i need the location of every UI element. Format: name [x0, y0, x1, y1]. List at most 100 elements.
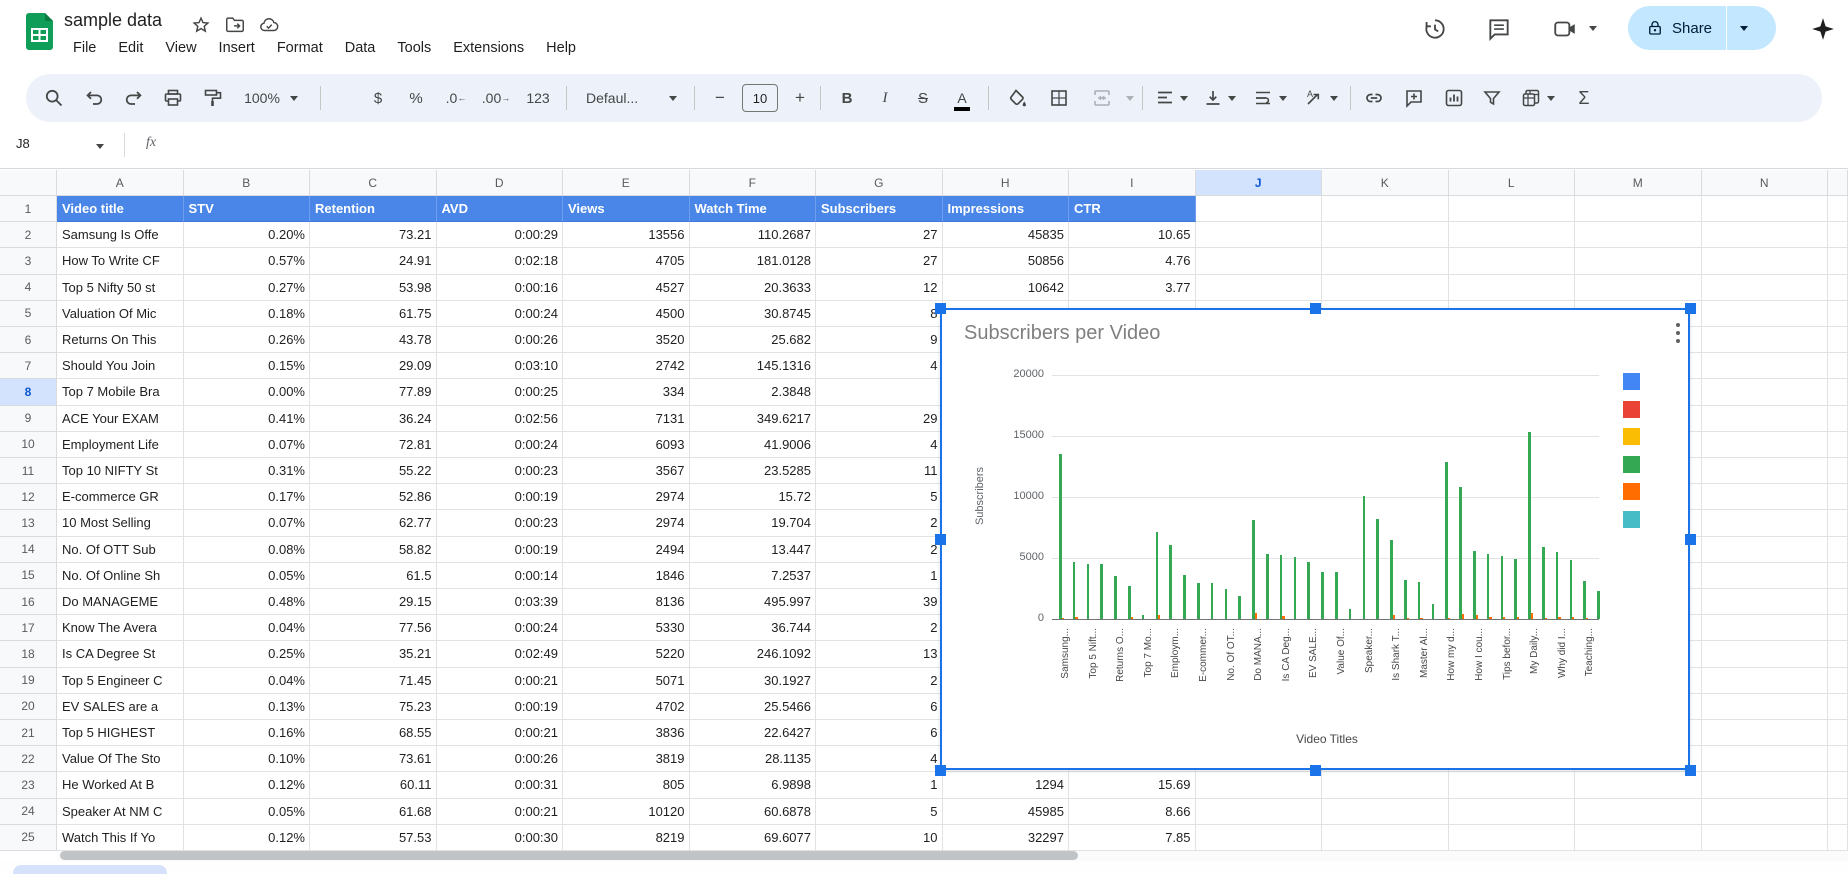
chart-resize-handle[interactable]: [935, 534, 946, 545]
cell-A15[interactable]: No. Of Online Sh: [57, 563, 184, 589]
cell-G1[interactable]: Subscribers: [816, 196, 943, 222]
cell-C4[interactable]: 53.98: [310, 275, 437, 301]
cell-D6[interactable]: 0:00:26: [437, 327, 564, 353]
cell-H23[interactable]: 1294: [943, 772, 1070, 798]
cell-N4[interactable]: [1702, 275, 1829, 301]
cell-C15[interactable]: 61.5: [310, 563, 437, 589]
cell-C17[interactable]: 77.56: [310, 615, 437, 641]
strikethrough-button[interactable]: S: [904, 74, 942, 122]
redo-icon[interactable]: [114, 74, 152, 122]
cell-C12[interactable]: 52.86: [310, 484, 437, 510]
cell-F21[interactable]: 22.6427: [690, 720, 817, 746]
row-header-8[interactable]: 8: [0, 379, 57, 405]
menu-extensions[interactable]: Extensions: [444, 36, 533, 60]
column-header-I[interactable]: I: [1069, 170, 1196, 196]
cell-J1[interactable]: [1196, 196, 1323, 222]
cell-O10[interactable]: [1828, 432, 1848, 458]
cell-A13[interactable]: 10 Most Selling: [57, 510, 184, 536]
cell-A23[interactable]: He Worked At B: [57, 772, 184, 798]
cell-E23[interactable]: 805: [563, 772, 690, 798]
cell-E15[interactable]: 1846: [563, 563, 690, 589]
cell-F22[interactable]: 28.1135: [690, 746, 817, 772]
cell-D19[interactable]: 0:00:21: [437, 668, 564, 694]
column-header-H[interactable]: H: [943, 170, 1070, 196]
column-header-J[interactable]: J: [1196, 170, 1323, 196]
cell-I25[interactable]: 7.85: [1069, 825, 1196, 851]
cell-B8[interactable]: 0.00%: [184, 379, 311, 405]
cell-A6[interactable]: Returns On This: [57, 327, 184, 353]
cell-E6[interactable]: 3520: [563, 327, 690, 353]
cell-N17[interactable]: [1702, 615, 1829, 641]
cell-B22[interactable]: 0.10%: [184, 746, 311, 772]
cell-N3[interactable]: [1702, 248, 1829, 274]
cell-D1[interactable]: AVD: [437, 196, 564, 222]
cell-G9[interactable]: 29: [816, 406, 943, 432]
cell-H2[interactable]: 45835: [943, 222, 1070, 248]
cell-E14[interactable]: 2494: [563, 537, 690, 563]
cell-G2[interactable]: 27: [816, 222, 943, 248]
cell-C11[interactable]: 55.22: [310, 458, 437, 484]
cell-O19[interactable]: [1828, 668, 1848, 694]
cell-B1[interactable]: STV: [184, 196, 311, 222]
cell-M4[interactable]: [1575, 275, 1702, 301]
cell-B17[interactable]: 0.04%: [184, 615, 311, 641]
cell-E11[interactable]: 3567: [563, 458, 690, 484]
cell-O25[interactable]: [1828, 825, 1848, 851]
cell-A24[interactable]: Speaker At NM C: [57, 799, 184, 825]
cell-D13[interactable]: 0:00:23: [437, 510, 564, 536]
insert-link-icon[interactable]: [1354, 74, 1394, 122]
cell-E21[interactable]: 3836: [563, 720, 690, 746]
font-family-select[interactable]: Defaul...: [574, 74, 672, 122]
cell-I1[interactable]: CTR: [1069, 196, 1196, 222]
row-header-12[interactable]: 12: [0, 484, 57, 510]
cell-D15[interactable]: 0:00:14: [437, 563, 564, 589]
cell-E18[interactable]: 5220: [563, 641, 690, 667]
print-icon[interactable]: [154, 74, 192, 122]
cell-B20[interactable]: 0.13%: [184, 694, 311, 720]
cell-E19[interactable]: 5071: [563, 668, 690, 694]
cell-O24[interactable]: [1828, 799, 1848, 825]
cell-A16[interactable]: Do MANAGEME: [57, 589, 184, 615]
cell-A9[interactable]: ACE Your EXAM: [57, 406, 184, 432]
cell-G21[interactable]: 6: [816, 720, 943, 746]
cell-G23[interactable]: 1: [816, 772, 943, 798]
menu-format[interactable]: Format: [268, 36, 332, 60]
cell-F10[interactable]: 41.9006: [690, 432, 817, 458]
cell-F7[interactable]: 145.1316: [690, 353, 817, 379]
currency-format-button[interactable]: $: [358, 74, 398, 122]
cell-D22[interactable]: 0:00:26: [437, 746, 564, 772]
gemini-sparkle-icon[interactable]: [1810, 16, 1836, 42]
row-header-9[interactable]: 9: [0, 406, 57, 432]
cell-A4[interactable]: Top 5 Nifty 50 st: [57, 275, 184, 301]
cell-D7[interactable]: 0:03:10: [437, 353, 564, 379]
font-family-caret[interactable]: [662, 74, 684, 122]
merge-cells-caret[interactable]: [1120, 74, 1140, 122]
cell-A10[interactable]: Employment Life: [57, 432, 184, 458]
cell-K3[interactable]: [1322, 248, 1449, 274]
bold-button[interactable]: B: [828, 74, 866, 122]
column-header-B[interactable]: B: [184, 170, 311, 196]
column-header-C[interactable]: C: [310, 170, 437, 196]
cell-N20[interactable]: [1702, 694, 1829, 720]
cell-O1[interactable]: [1828, 196, 1848, 222]
cell-E24[interactable]: 10120: [563, 799, 690, 825]
cell-O22[interactable]: [1828, 746, 1848, 772]
chart-resize-handle[interactable]: [1685, 534, 1696, 545]
borders-icon[interactable]: [1038, 74, 1080, 122]
cell-F15[interactable]: 7.2537: [690, 563, 817, 589]
cell-E17[interactable]: 5330: [563, 615, 690, 641]
cell-O7[interactable]: [1828, 353, 1848, 379]
menu-file[interactable]: File: [64, 36, 105, 60]
cell-B23[interactable]: 0.12%: [184, 772, 311, 798]
cell-B4[interactable]: 0.27%: [184, 275, 311, 301]
functions-button[interactable]: Σ: [1564, 74, 1604, 122]
cell-E5[interactable]: 4500: [563, 301, 690, 327]
cell-F23[interactable]: 6.9898: [690, 772, 817, 798]
undo-icon[interactable]: [76, 74, 114, 122]
text-rotation-caret[interactable]: [1324, 74, 1344, 122]
cell-N2[interactable]: [1702, 222, 1829, 248]
row-header-22[interactable]: 22: [0, 746, 57, 772]
cell-N10[interactable]: [1702, 432, 1829, 458]
row-header-21[interactable]: 21: [0, 720, 57, 746]
cell-O13[interactable]: [1828, 510, 1848, 536]
